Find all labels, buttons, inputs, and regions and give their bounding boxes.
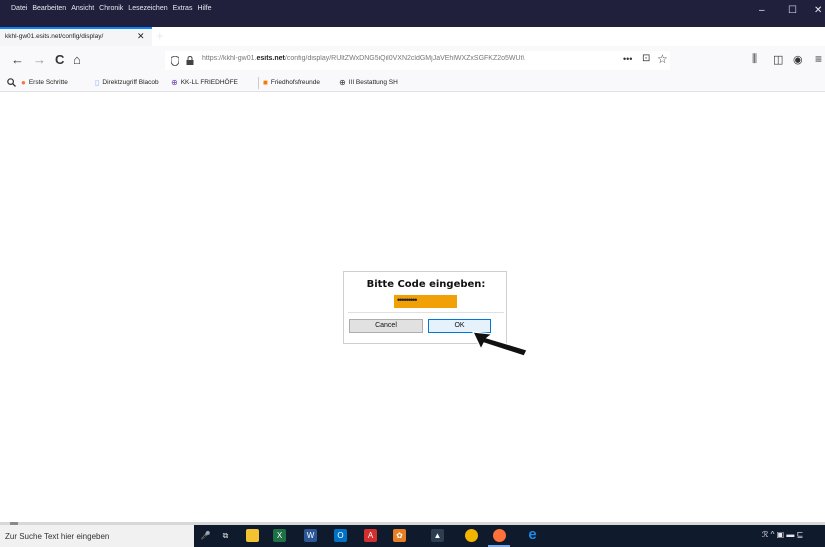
tab-active[interactable]: kkhl-gw01.esits.net/config/display/ ✕: [0, 27, 152, 46]
bookmark-kk-ll-friedhoefe[interactable]: ⊕ KK-LL FRIEDHÖFE: [171, 78, 238, 87]
system-tray[interactable]: ℛ ^ ▣ ▬ ⊑: [762, 530, 803, 539]
link-icon: ⊕: [171, 78, 178, 87]
bookmark-star-icon[interactable]: ☆: [657, 52, 668, 66]
menu-hilfe[interactable]: Hilfe: [197, 5, 211, 12]
title-bar: Datei Bearbeiten Ansicht Chronik Lesezei…: [0, 0, 825, 27]
tracking-shield-icon[interactable]: [171, 56, 179, 66]
sidebar-icon[interactable]: ◫: [773, 53, 783, 66]
new-tab-icon[interactable]: +: [156, 28, 164, 43]
bookmark-search[interactable]: [7, 78, 16, 87]
menu-bearbeiten[interactable]: Bearbeiten: [32, 5, 66, 12]
search-icon: [7, 78, 16, 87]
orange-square-icon: ■: [263, 78, 268, 87]
taskbar: Zur Suche Text hier eingeben 🎤 ⧉ X W O A…: [0, 525, 825, 547]
bookmarks-bar: ● Erste Schritte ▯ Direktzugriff Blacob …: [0, 74, 825, 92]
url-bar[interactable]: https://kkhl-gw01.esits.net/config/displ…: [165, 51, 670, 70]
navigation-bar: ← → C ⌂ https://kkhl-gw01.esits.net/conf…: [0, 46, 825, 74]
globe-icon: ⊕: [339, 78, 346, 87]
page-icon: ▯: [95, 78, 100, 87]
close-window-icon[interactable]: ✕: [814, 5, 822, 16]
acrobat-icon[interactable]: A: [364, 529, 377, 542]
bookmark-bestattung-sh[interactable]: ⊕ III Bestattung SH: [339, 78, 398, 87]
tab-title: kkhl-gw01.esits.net/config/display/: [5, 33, 104, 40]
chrome-icon[interactable]: [465, 529, 478, 542]
dialog-divider: [348, 312, 504, 313]
menu-lesezeichen[interactable]: Lesezeichen: [128, 5, 167, 12]
account-icon[interactable]: ◉: [793, 53, 803, 66]
home-icon[interactable]: ⌂: [73, 52, 81, 67]
bookmark-erste-schritte[interactable]: ● Erste Schritte: [21, 78, 68, 87]
mic-icon[interactable]: 🎤: [199, 529, 212, 542]
file-explorer-icon[interactable]: [246, 529, 259, 542]
url-text[interactable]: https://kkhl-gw01.esits.net/config/displ…: [202, 55, 607, 62]
reload-icon[interactable]: C: [55, 52, 64, 67]
code-input[interactable]: •••••••••: [394, 295, 457, 308]
bookmark-separator: [258, 77, 259, 89]
forward-icon[interactable]: →: [33, 52, 46, 67]
bookmark-direktzugriff[interactable]: ▯ Direktzugriff Blacob: [95, 78, 159, 87]
menu-ansicht[interactable]: Ansicht: [71, 5, 94, 12]
firefox-icon: ●: [21, 78, 26, 87]
taskbar-search-input[interactable]: Zur Suche Text hier eingeben: [5, 532, 109, 541]
edge-icon[interactable]: e: [526, 527, 539, 542]
library-icon[interactable]: ⫼: [752, 53, 757, 66]
maximize-icon[interactable]: ☐: [788, 5, 797, 16]
minimize-icon[interactable]: –: [759, 5, 765, 16]
pocket-icon[interactable]: ⊡: [642, 53, 650, 64]
tab-close-icon[interactable]: ✕: [137, 31, 145, 42]
cancel-button[interactable]: Cancel: [349, 319, 423, 333]
photos-icon[interactable]: ▲: [431, 529, 444, 542]
page-actions-icon[interactable]: •••: [623, 54, 632, 64]
menu-bar: Datei Bearbeiten Ansicht Chronik Lesezei…: [11, 5, 211, 12]
arrow-pointer-icon: [472, 331, 528, 357]
firefox-icon[interactable]: [493, 529, 506, 542]
page-content: Bitte Code eingeben: ••••••••• Cancel OK: [0, 92, 825, 523]
app-orange-icon[interactable]: ✿: [393, 529, 406, 542]
taskbar-search[interactable]: Zur Suche Text hier eingeben: [0, 525, 194, 547]
dialog-title: Bitte Code eingeben:: [366, 279, 486, 290]
task-view-icon[interactable]: ⧉: [219, 529, 232, 542]
menu-datei[interactable]: Datei: [11, 5, 27, 12]
menu-extras[interactable]: Extras: [173, 5, 193, 12]
outlook-icon[interactable]: O: [334, 529, 347, 542]
word-icon[interactable]: W: [304, 529, 317, 542]
back-icon[interactable]: ←: [11, 52, 24, 67]
menu-chronik[interactable]: Chronik: [99, 5, 123, 12]
bookmark-friedhofsfreunde[interactable]: ■ Friedhofsfreunde: [263, 78, 320, 87]
app-menu-icon[interactable]: ≡: [815, 52, 822, 66]
excel-icon[interactable]: X: [273, 529, 286, 542]
lock-icon[interactable]: [186, 56, 194, 65]
